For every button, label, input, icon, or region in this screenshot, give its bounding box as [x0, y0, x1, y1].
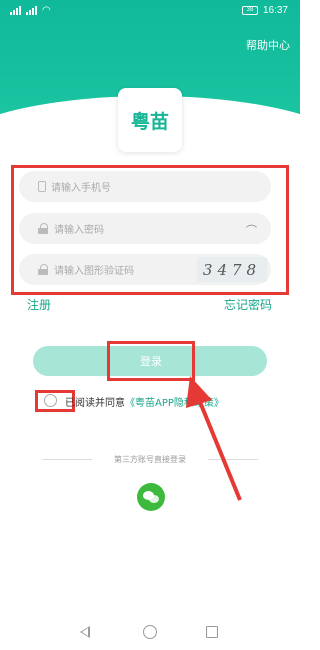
- help-center-link[interactable]: 帮助中心: [246, 37, 290, 53]
- system-nav-bar: [0, 620, 300, 650]
- forgot-password-link[interactable]: 忘记密码: [224, 296, 272, 313]
- phone-placeholder: 请输入手机号: [51, 183, 111, 194]
- home-icon[interactable]: [143, 625, 157, 639]
- lock-icon: [38, 223, 49, 234]
- lock-icon: [38, 264, 49, 275]
- register-link[interactable]: 注册: [27, 296, 51, 313]
- login-button-label: 登录: [140, 355, 162, 368]
- login-button[interactable]: 登录: [107, 341, 195, 381]
- status-bar: ◠ 38 16:37: [0, 0, 300, 22]
- phone-icon: [38, 181, 46, 192]
- captcha-image[interactable]: 3478: [197, 257, 267, 282]
- agree-radio[interactable]: [44, 394, 57, 407]
- wechat-icon[interactable]: [137, 483, 165, 511]
- status-icons-right: 38 16:37: [241, 5, 288, 16]
- back-icon[interactable]: [80, 626, 90, 638]
- captcha-field[interactable]: 请输入图形验证码 3478: [19, 254, 271, 285]
- password-placeholder: 请输入密码: [54, 225, 104, 236]
- recent-apps-icon[interactable]: [206, 626, 218, 638]
- wifi-icon: ◠: [42, 5, 51, 16]
- battery-icon: 38: [241, 6, 258, 15]
- third-party-label: 第三方账号直接登录: [0, 454, 300, 465]
- status-icons-left: ◠: [10, 5, 51, 16]
- clock: 16:37: [262, 5, 288, 16]
- agreement-text: 已阅读并同意《粤苗APP隐私政策》: [65, 394, 224, 409]
- password-field[interactable]: 请输入密码 ⌒: [19, 213, 271, 244]
- phone-field[interactable]: 请输入手机号: [19, 171, 271, 202]
- agreement-prefix: 已阅读并同意: [65, 398, 125, 409]
- signal-icon: [10, 6, 22, 15]
- privacy-policy-link[interactable]: 《粤苗APP隐私政策》: [125, 398, 224, 409]
- eye-closed-icon[interactable]: ⌒: [246, 222, 257, 238]
- signal-icon-2: [26, 6, 38, 15]
- app-logo: 粤苗: [118, 88, 182, 152]
- captcha-placeholder: 请输入图形验证码: [54, 266, 134, 277]
